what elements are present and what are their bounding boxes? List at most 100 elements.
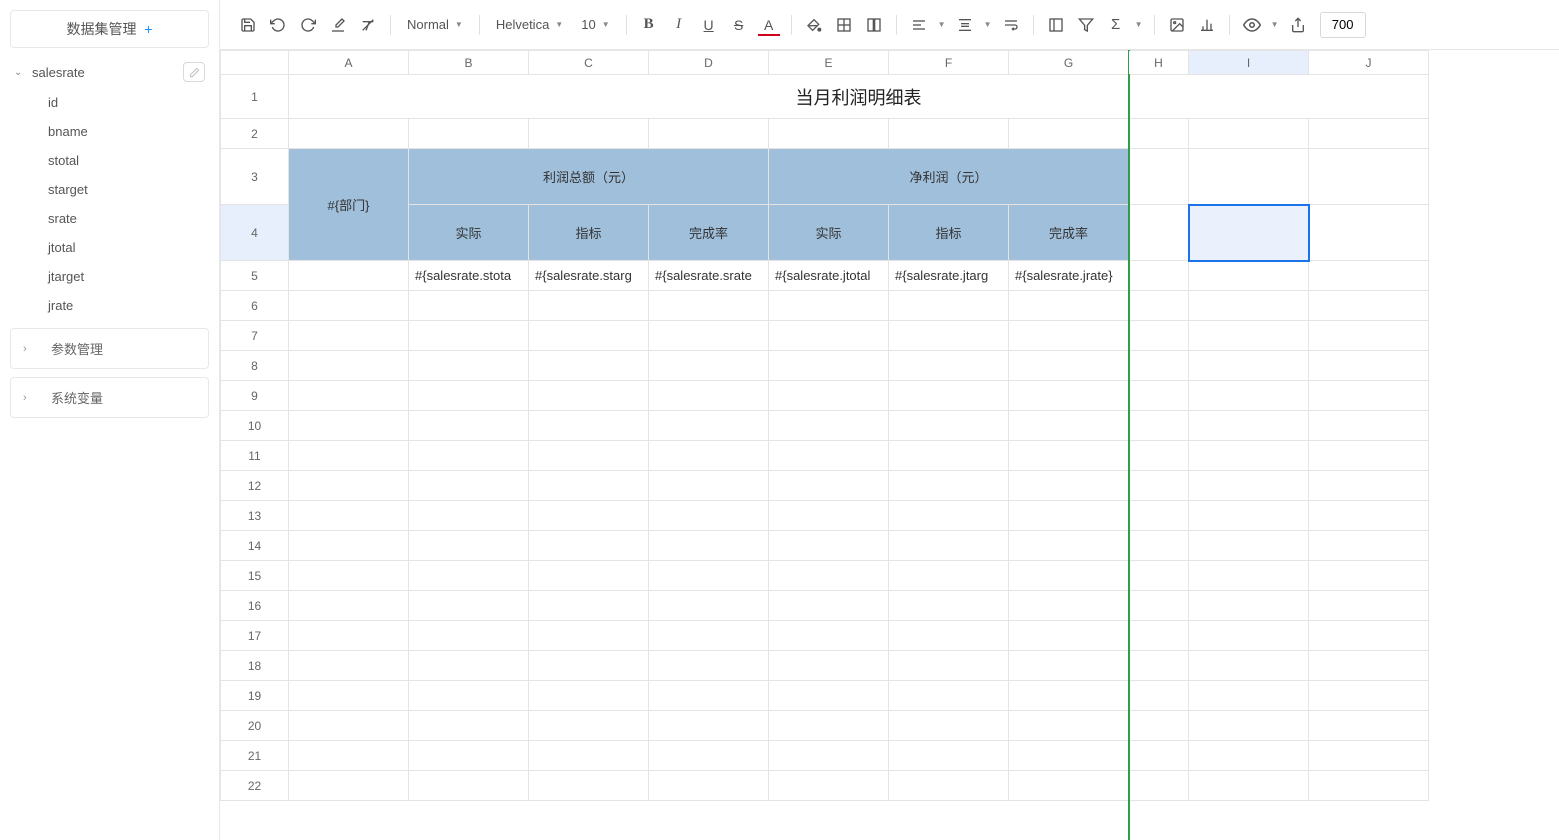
cell-E19[interactable] [769,681,889,711]
cell-F9[interactable] [889,381,1009,411]
cell-D6[interactable] [649,291,769,321]
filter-icon[interactable] [1072,11,1100,39]
cell-H9[interactable] [1129,381,1189,411]
cell-A15[interactable] [289,561,409,591]
cell-J21[interactable] [1309,741,1429,771]
cell-G8[interactable] [1009,351,1129,381]
cell-D20[interactable] [649,711,769,741]
cell-E21[interactable] [769,741,889,771]
row-header-21[interactable]: 21 [221,741,289,771]
cell-D18[interactable] [649,651,769,681]
cell-C10[interactable] [529,411,649,441]
cell-D11[interactable] [649,441,769,471]
cell-H15[interactable] [1129,561,1189,591]
cell-A9[interactable] [289,381,409,411]
cell-F19[interactable] [889,681,1009,711]
freeze-icon[interactable] [1042,11,1070,39]
chart-icon[interactable] [1193,11,1221,39]
image-icon[interactable] [1163,11,1191,39]
formula-caret[interactable]: ▼ [1132,20,1146,29]
fill-color-icon[interactable] [800,11,828,39]
cell-G9[interactable] [1009,381,1129,411]
cell-D9[interactable] [649,381,769,411]
cell-C16[interactable] [529,591,649,621]
cell-E15[interactable] [769,561,889,591]
cell-E12[interactable] [769,471,889,501]
cell-I19[interactable] [1189,681,1309,711]
clear-format-icon[interactable] [354,11,382,39]
cell-I14[interactable] [1189,531,1309,561]
cell-B9[interactable] [409,381,529,411]
cell-E2[interactable] [769,119,889,149]
cell-G20[interactable] [1009,711,1129,741]
cell-I20[interactable] [1189,711,1309,741]
cell-D2[interactable] [649,119,769,149]
wrap-icon[interactable] [997,11,1025,39]
cell-I2[interactable] [1189,119,1309,149]
col-header-H[interactable]: H [1129,51,1189,75]
cell-J9[interactable] [1309,381,1429,411]
cell-D10[interactable] [649,411,769,441]
cell-B17[interactable] [409,621,529,651]
cell-A6[interactable] [289,291,409,321]
redo-icon[interactable] [294,11,322,39]
cell-J22[interactable] [1309,771,1429,801]
row-header-7[interactable]: 7 [221,321,289,351]
cell-D19[interactable] [649,681,769,711]
row-header-10[interactable]: 10 [221,411,289,441]
cell-D8[interactable] [649,351,769,381]
cell-H11[interactable] [1129,441,1189,471]
row-header-4[interactable]: 4 [221,205,289,261]
cell-I17[interactable] [1189,621,1309,651]
cell-A19[interactable] [289,681,409,711]
row-header-14[interactable]: 14 [221,531,289,561]
cell-C17[interactable] [529,621,649,651]
cell-B5[interactable]: #{salesrate.stota [409,261,529,291]
row-header-22[interactable]: 22 [221,771,289,801]
cell-E5[interactable]: #{salesrate.jtotal [769,261,889,291]
cell-H4[interactable] [1129,205,1189,261]
cell-B22[interactable] [409,771,529,801]
cell-I13[interactable] [1189,501,1309,531]
cell-H19[interactable] [1129,681,1189,711]
col-header-J[interactable]: J [1309,51,1429,75]
cell-B21[interactable] [409,741,529,771]
cell-E13[interactable] [769,501,889,531]
cell-F11[interactable] [889,441,1009,471]
cell-B8[interactable] [409,351,529,381]
edit-dataset-icon[interactable] [183,62,205,82]
cell-B18[interactable] [409,651,529,681]
subheader-2[interactable]: 完成率 [649,205,769,261]
row-header-3[interactable]: 3 [221,149,289,205]
panel-params[interactable]: › 参数管理 [10,328,209,369]
cell-I9[interactable] [1189,381,1309,411]
cell-F7[interactable] [889,321,1009,351]
cell-B10[interactable] [409,411,529,441]
preview-icon[interactable] [1238,11,1266,39]
tree-leaf-srate[interactable]: srate [48,204,209,233]
cell-A18[interactable] [289,651,409,681]
cell-I7[interactable] [1189,321,1309,351]
cell-G7[interactable] [1009,321,1129,351]
title-cell[interactable]: 当月利润明细表 [289,75,1429,119]
cell-J5[interactable] [1309,261,1429,291]
cell-G5[interactable]: #{salesrate.jrate} [1009,261,1129,291]
row-header-16[interactable]: 16 [221,591,289,621]
cell-G2[interactable] [1009,119,1129,149]
cell-B11[interactable] [409,441,529,471]
cell-C6[interactable] [529,291,649,321]
cell-B7[interactable] [409,321,529,351]
cell-I4[interactable] [1189,205,1309,261]
cell-J19[interactable] [1309,681,1429,711]
row-header-5[interactable]: 5 [221,261,289,291]
cell-H14[interactable] [1129,531,1189,561]
cell-H8[interactable] [1129,351,1189,381]
group-profit-total[interactable]: 利润总额（元） [409,149,769,205]
cell-G11[interactable] [1009,441,1129,471]
cell-C22[interactable] [529,771,649,801]
cell-J10[interactable] [1309,411,1429,441]
row-header-15[interactable]: 15 [221,561,289,591]
cell-I21[interactable] [1189,741,1309,771]
col-header-D[interactable]: D [649,51,769,75]
cell-E7[interactable] [769,321,889,351]
